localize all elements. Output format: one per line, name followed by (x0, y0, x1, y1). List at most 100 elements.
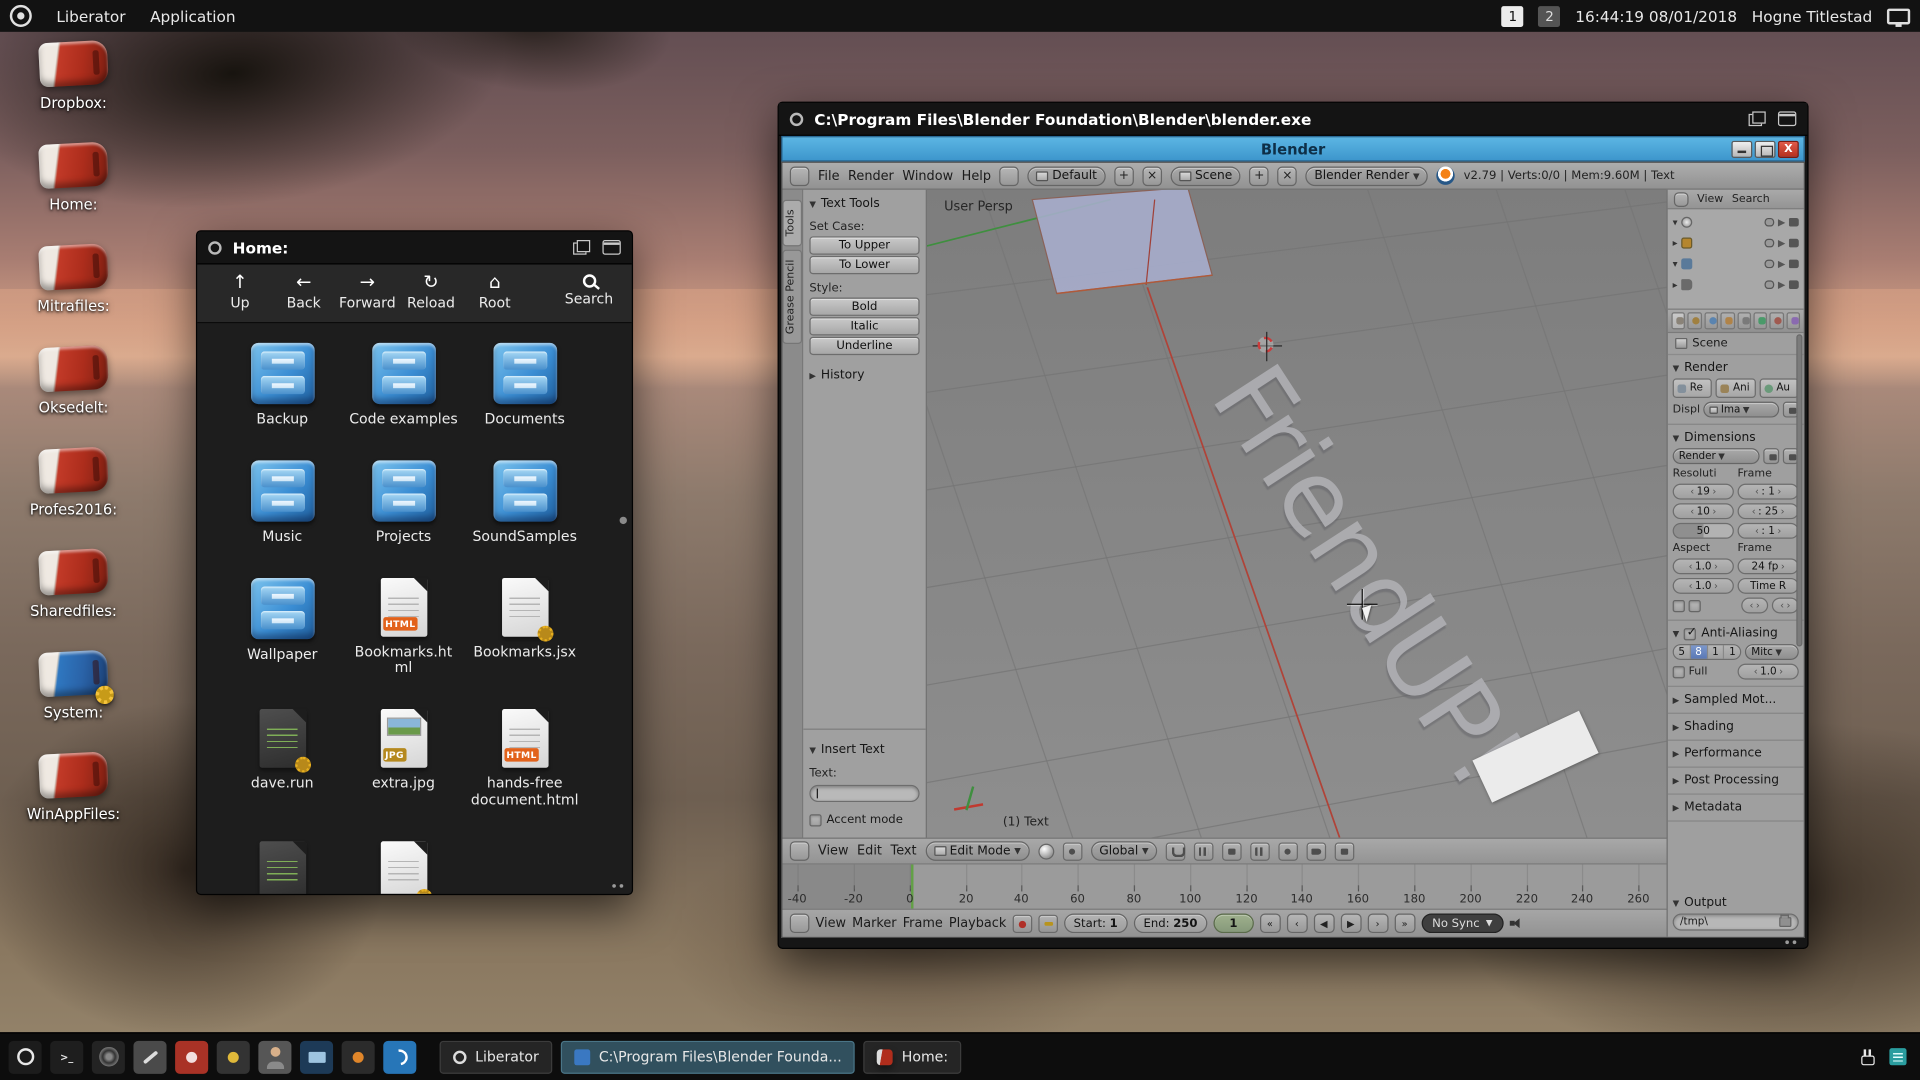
proportional-edit-icon[interactable] (1278, 842, 1298, 860)
render-engine-selector[interactable]: Blender Render▼ (1306, 166, 1428, 186)
tab-material-icon[interactable] (1786, 312, 1800, 329)
to-upper-button[interactable]: To Upper (809, 236, 919, 254)
display-icon[interactable] (1887, 8, 1910, 24)
audio-button[interactable]: Au (1759, 378, 1799, 398)
menu-window[interactable]: Window (902, 168, 953, 183)
render-preview-icon[interactable] (1307, 842, 1327, 860)
aa-size-field[interactable]: ‹1.0› (1738, 664, 1799, 680)
resolution-y-field[interactable]: ‹10› (1673, 503, 1734, 519)
desktop-icon-sharedfiles[interactable]: Sharedfiles: (15, 550, 133, 620)
launcher-key-icon[interactable] (217, 1040, 250, 1073)
selectability-arrow-icon[interactable] (1778, 260, 1785, 267)
resolution-percent-slider[interactable]: 50 (1673, 523, 1734, 539)
current-frame-field[interactable]: 1 (1213, 913, 1253, 933)
play-button[interactable]: ▶ (1340, 913, 1361, 933)
menu-edit[interactable]: Edit (857, 844, 882, 859)
window-menu-icon[interactable] (790, 112, 803, 125)
outliner-row[interactable]: ▸ (1673, 234, 1799, 252)
desktop-icon-mitrafiles[interactable]: Mitrafiles: (15, 245, 133, 315)
menu-render[interactable]: Render (848, 168, 894, 183)
panel-shading[interactable]: ▶Shading (1668, 714, 1804, 741)
snap-element-icon[interactable] (1194, 842, 1214, 860)
pivot-point-icon[interactable] (1062, 842, 1082, 860)
aspect-y-field[interactable]: ‹1.0› (1673, 578, 1734, 594)
tray-power-plug-icon[interactable] (1859, 1049, 1875, 1065)
tab-constraints-icon[interactable] (1753, 312, 1767, 329)
menu-help[interactable]: Help (962, 168, 991, 183)
tab-render-icon[interactable] (1671, 312, 1685, 329)
file-item-bookmarks-html[interactable]: HTMLBookmarks.html (343, 577, 464, 677)
task-liberator[interactable]: Liberator (440, 1040, 553, 1073)
add-preset-button[interactable] (1763, 448, 1779, 464)
underline-button[interactable]: Underline (809, 337, 919, 355)
add-scene-button[interactable]: + (1249, 166, 1269, 186)
viewport-shading-icon[interactable] (1038, 843, 1054, 859)
snap-magnet-icon[interactable] (1166, 842, 1186, 860)
menu-application[interactable]: Application (150, 7, 236, 25)
resize-grip[interactable] (1785, 940, 1796, 944)
panel-sampled-motion-blur[interactable]: ▶Sampled Mot... (1668, 687, 1804, 714)
menu-frame[interactable]: Frame (903, 916, 943, 931)
resolution-x-field[interactable]: ‹19› (1673, 484, 1734, 500)
visibility-eye-icon[interactable] (1764, 239, 1774, 248)
tab-object-icon[interactable] (1737, 312, 1751, 329)
tray-files-icon[interactable] (1889, 1048, 1906, 1065)
launcher-friend-icon[interactable] (9, 1040, 42, 1073)
wine-titlebar[interactable]: Blender X (781, 136, 1805, 162)
add-layout-button[interactable]: + (1114, 166, 1134, 186)
launcher-blue-app-icon[interactable] (383, 1040, 416, 1073)
panel-text-tools[interactable]: ▼Text Tools (809, 197, 919, 210)
next-keyframe-button[interactable]: › (1367, 913, 1388, 933)
aa-samples-8[interactable]: 8 (1691, 645, 1708, 658)
maximize-button[interactable] (1755, 141, 1776, 158)
window-menu-icon[interactable] (208, 241, 221, 254)
keying-set-icon[interactable] (1038, 914, 1058, 932)
toggle-frame-icon[interactable] (602, 240, 620, 255)
launcher-screen-icon[interactable] (342, 1040, 375, 1073)
file-item-partial[interactable] (343, 841, 464, 894)
root-button[interactable]: ⌂Root (467, 272, 523, 311)
scrollbar-dot[interactable] (620, 516, 627, 523)
friend-logo-icon[interactable] (10, 5, 32, 27)
panel-render-header[interactable]: ▼Render (1673, 361, 1799, 374)
duplicate-window-icon[interactable] (1749, 111, 1766, 126)
panel-history[interactable]: ▶History (809, 369, 919, 382)
outliner-menu-view[interactable]: View (1697, 193, 1723, 205)
close-button[interactable]: X (1778, 141, 1799, 158)
file-item-projects[interactable]: Projects (343, 460, 464, 545)
render-camera-icon[interactable] (1789, 239, 1799, 248)
remove-scene-button[interactable]: × (1278, 166, 1298, 186)
frame-start-field[interactable]: ‹: 1› (1738, 484, 1799, 500)
filemanager-titlebar[interactable]: Home: (197, 231, 632, 264)
editor-type-icon[interactable] (790, 841, 810, 861)
launcher-display-icon[interactable] (300, 1040, 333, 1073)
file-item-music[interactable]: Music (222, 460, 343, 545)
tab-render-layers-icon[interactable] (1688, 312, 1702, 329)
prev-keyframe-button[interactable]: ‹ (1286, 913, 1307, 933)
auto-keyframe-icon[interactable] (1012, 914, 1032, 932)
folder-icon[interactable] (1779, 917, 1791, 927)
accent-mode-checkbox[interactable] (809, 814, 821, 826)
search-button[interactable]: Search (561, 272, 617, 308)
outliner-menu-search[interactable]: Search (1732, 193, 1770, 205)
menu-file[interactable]: File (818, 168, 840, 183)
tab-scene-icon[interactable] (1704, 312, 1718, 329)
layout-selector[interactable]: Default (1028, 166, 1106, 186)
minimize-button[interactable] (1731, 141, 1752, 158)
outliner-row[interactable]: ▸ (1673, 276, 1799, 294)
selectability-arrow-icon[interactable] (1778, 281, 1785, 288)
panel-performance[interactable]: ▶Performance (1668, 741, 1804, 768)
editor-type-icon[interactable] (790, 913, 810, 933)
tab-tools[interactable]: Tools (782, 200, 802, 247)
toggle-frame-icon[interactable] (1778, 111, 1796, 126)
layers-icon[interactable] (1250, 842, 1270, 860)
menu-view[interactable]: View (816, 916, 847, 931)
tab-data-icon[interactable] (1770, 312, 1784, 329)
screen-layout-icon[interactable] (1000, 166, 1020, 186)
timeline-ruler[interactable]: -40 -20 0 20 40 60 80 100 120 140 160 18… (782, 863, 1666, 908)
tab-grease-pencil[interactable]: Grease Pencil (782, 250, 802, 344)
aa-samples-5[interactable]: 5 (1674, 645, 1691, 658)
blender-titlebar[interactable]: C:\Program Files\Blender Foundation\Blen… (779, 103, 1808, 136)
desktop-icon-dropbox[interactable]: Dropbox: (15, 42, 133, 112)
output-path-field[interactable]: /tmp\ (1673, 913, 1799, 930)
